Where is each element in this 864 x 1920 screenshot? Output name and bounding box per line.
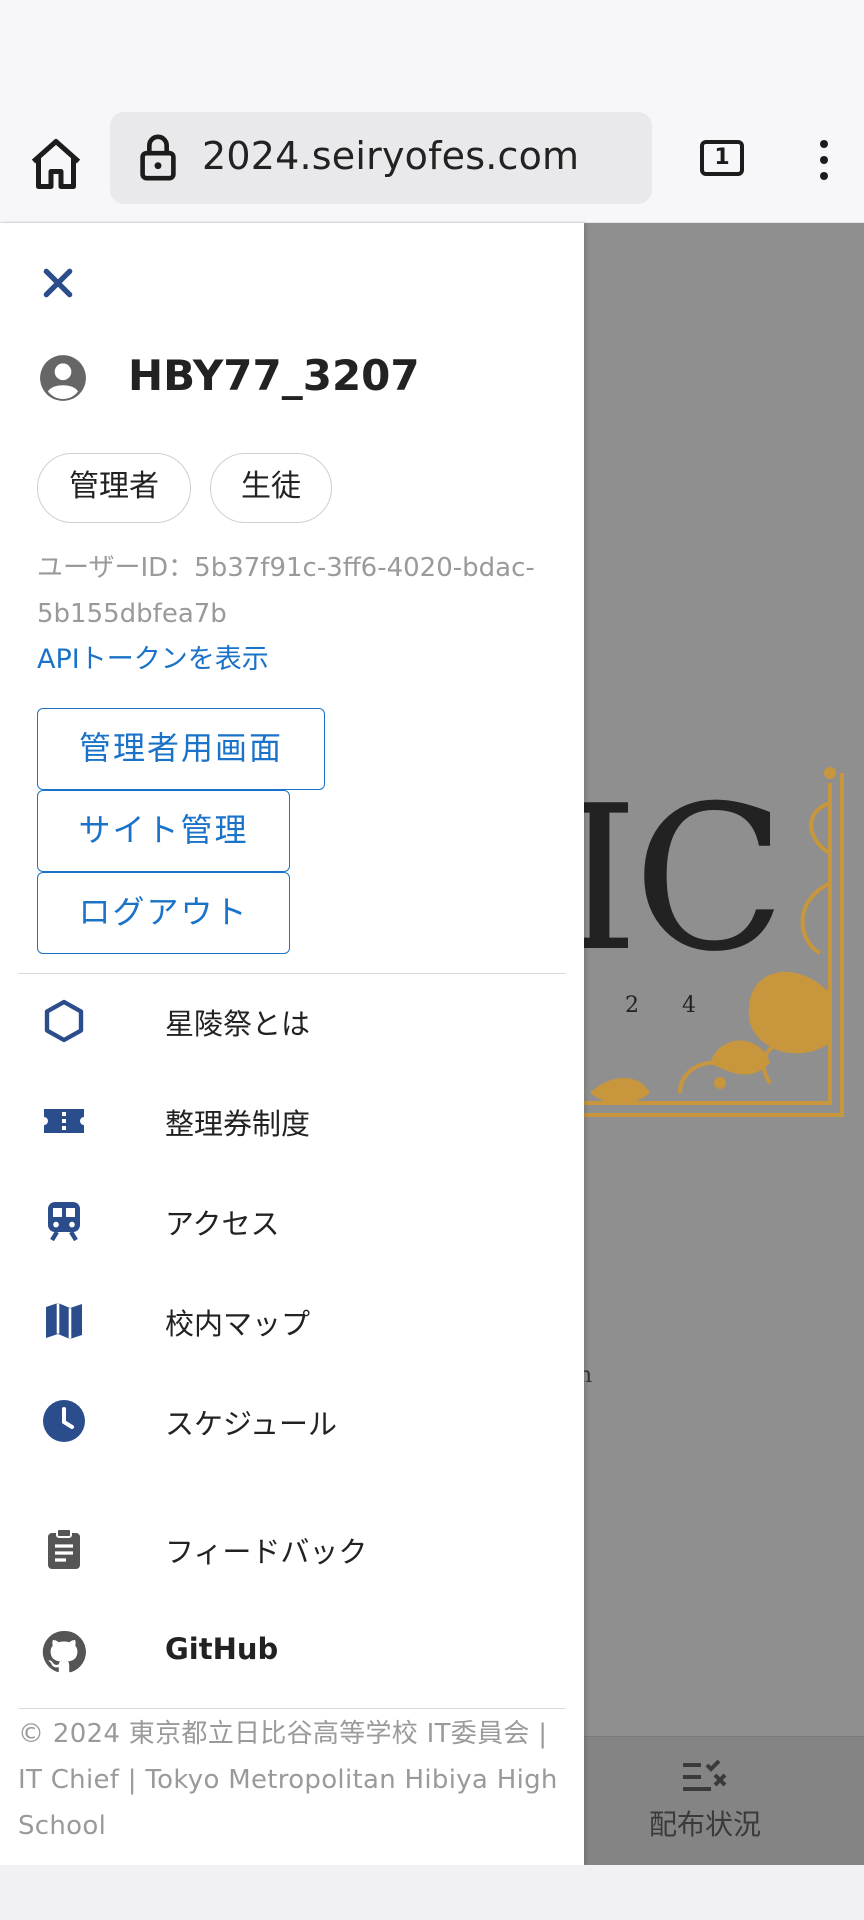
train-icon [48, 1202, 80, 1242]
hexagon-icon [44, 999, 84, 1043]
nav-item-label: フィードバック [165, 1535, 368, 1569]
hero-year: 2 2 4 [568, 993, 714, 1018]
nav-item-access[interactable]: アクセス [0, 1181, 584, 1261]
logout-button[interactable]: ログアウト [37, 872, 290, 954]
nav-item-label: アクセス [165, 1207, 280, 1241]
lock-icon [140, 134, 176, 181]
divider [18, 973, 566, 974]
nav-item-label: 校内マップ [165, 1307, 311, 1341]
close-icon[interactable] [38, 263, 78, 303]
bottom-nav-label: 配布状況 [648, 1808, 761, 1841]
nav-item-label: 整理券制度 [165, 1107, 311, 1141]
checklist-icon [683, 1759, 727, 1791]
nav-item-github[interactable]: GitHub [0, 1612, 584, 1692]
bottom-nav-distribution[interactable]: 配布状況 [640, 1757, 770, 1843]
footer-divider [18, 1708, 566, 1709]
tab-switcher-button[interactable]: 1 [700, 140, 744, 176]
map-icon [46, 1303, 82, 1339]
hero-text: IC [560, 763, 786, 996]
show-api-token-link[interactable]: APIトークンを表示 [37, 637, 269, 676]
nav-item-label: GitHub [165, 1632, 279, 1666]
username: HBY77_3207 [128, 351, 420, 400]
home-icon[interactable] [26, 134, 86, 194]
site-management-button[interactable]: サイト管理 [37, 790, 290, 872]
user-id-text: ユーザーID：5b37f91c-3ff6-4020-bdac-5b155dbfe… [37, 553, 535, 629]
admin-screen-button[interactable]: 管理者用画面 [37, 708, 325, 790]
role-chip-admin: 管理者 [37, 453, 191, 523]
user-avatar-icon [40, 355, 86, 401]
nav-item-ticket-system[interactable]: 整理券制度 [0, 1081, 584, 1161]
ticket-icon [44, 1109, 84, 1133]
browser-menu-icon[interactable] [812, 134, 836, 194]
nav-item-feedback[interactable]: フィードバック [0, 1509, 584, 1589]
address-bar[interactable]: 2024.seiryofes.com [110, 112, 652, 204]
clock-icon [43, 1400, 85, 1442]
nav-item-schedule[interactable]: スケジュール [0, 1381, 584, 1461]
github-icon [42, 1630, 86, 1673]
status-bar [0, 0, 864, 112]
nav-item-label: 星陵祭とは [165, 1007, 311, 1041]
nav-item-about[interactable]: 星陵祭とは [0, 981, 584, 1061]
browser-toolbar: 2024.seiryofes.com 1 [0, 112, 864, 223]
clipboard-icon [48, 1528, 80, 1569]
url-text: 2024.seiryofes.com [202, 134, 580, 178]
role-chip-student: 生徒 [210, 453, 332, 523]
navigation-drawer: HBY77_3207 管理者 生徒 ユーザーID：5b37f91c-3ff6-4… [0, 223, 584, 1865]
footer-copyright: © 2024 東京都立日比谷高等学校 IT委員会 | IT Chief | To… [18, 1719, 558, 1841]
system-navigation-bar [0, 1865, 864, 1920]
nav-item-school-map[interactable]: 校内マップ [0, 1281, 584, 1361]
nav-item-label: スケジュール [165, 1407, 337, 1441]
